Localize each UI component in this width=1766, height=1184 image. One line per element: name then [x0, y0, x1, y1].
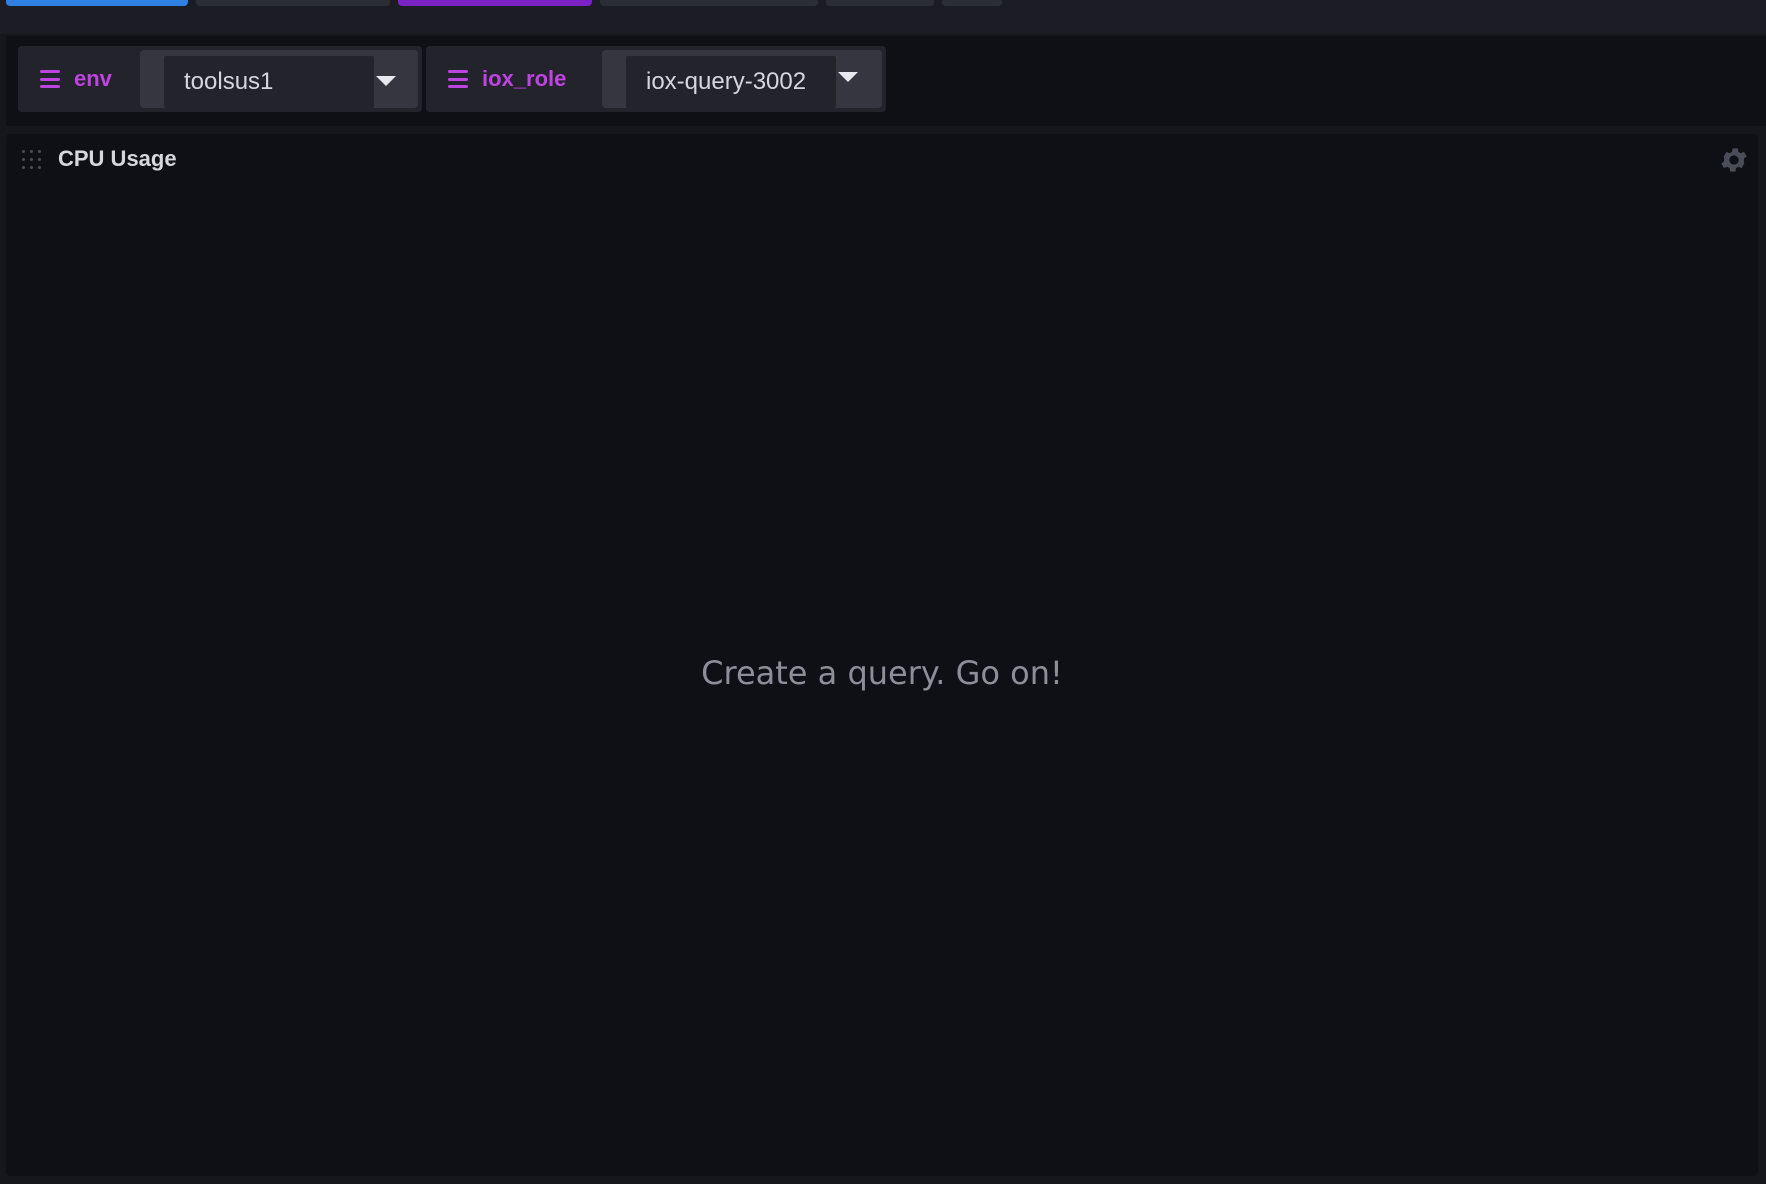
toolbar-button-primary[interactable] — [6, 0, 188, 6]
variable-env-dropdown[interactable]: toolsus1 — [140, 50, 418, 108]
chevron-down-icon — [376, 76, 396, 86]
hamburger-icon — [448, 70, 468, 88]
cell-panel: CPU Usage Create a query. Go on! — [6, 134, 1758, 1176]
top-toolbar — [0, 0, 1766, 34]
cell-title: CPU Usage — [58, 146, 177, 171]
toolbar-button-accent[interactable] — [398, 0, 592, 6]
hamburger-icon — [40, 70, 60, 88]
variable-iox-role-label: iox_role — [482, 66, 567, 91]
drag-handle-icon[interactable] — [22, 150, 42, 170]
variable-iox-role-dropdown[interactable]: iox-query-3002 — [602, 50, 882, 108]
variable-env-label-group[interactable]: env — [18, 46, 112, 112]
variable-iox-role-value: iox-query-3002 — [626, 56, 836, 108]
variable-iox-role-label-group[interactable]: iox_role — [426, 46, 566, 112]
variables-bar: env toolsus1 iox_role iox-query-3002 — [6, 36, 1766, 126]
empty-state-message: Create a query. Go on! — [701, 654, 1063, 692]
chevron-down-icon — [838, 72, 858, 82]
variable-iox-role: iox_role iox-query-3002 — [426, 46, 886, 112]
gear-icon[interactable] — [1718, 144, 1750, 176]
variable-env-label: env — [74, 66, 112, 91]
toolbar-button-5[interactable] — [826, 0, 934, 6]
dashboard-page: env toolsus1 iox_role iox-query-3002 CPU… — [0, 0, 1766, 1184]
variable-env: env toolsus1 — [18, 46, 422, 112]
toolbar-button-4[interactable] — [600, 0, 818, 6]
toolbar-button-6[interactable] — [942, 0, 1002, 6]
variable-env-value: toolsus1 — [164, 56, 374, 108]
toolbar-button-2[interactable] — [196, 0, 390, 6]
